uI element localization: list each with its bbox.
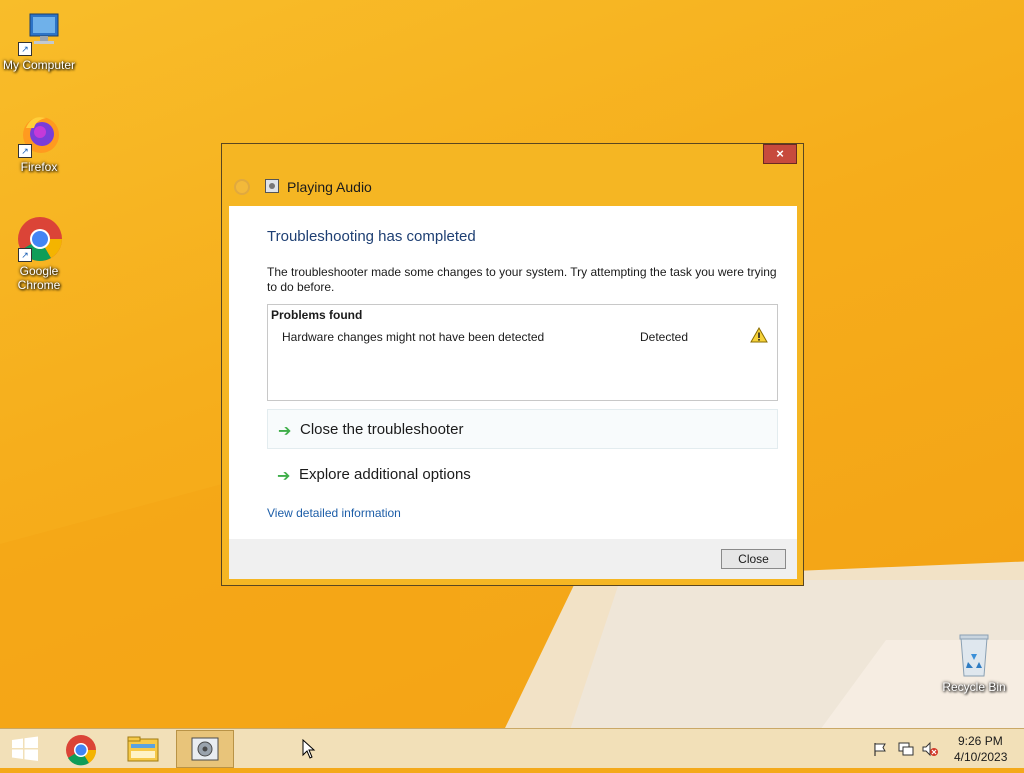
desktop-icon-label: Firefox xyxy=(20,160,58,174)
problem-status: Detected xyxy=(640,330,689,344)
window-title: Playing Audio xyxy=(287,179,372,195)
shortcut-arrow-icon: ↗ xyxy=(18,42,32,56)
problems-found-title: Problems found xyxy=(271,308,363,322)
taskbar-chrome[interactable] xyxy=(56,730,112,768)
file-explorer-icon xyxy=(127,736,159,762)
warning-icon xyxy=(750,326,768,343)
start-icon xyxy=(12,736,38,761)
action-label: Close the troubleshooter xyxy=(300,421,464,438)
volume-muted-icon[interactable] xyxy=(921,741,939,757)
chrome-icon xyxy=(66,735,97,766)
start-button[interactable] xyxy=(0,730,56,768)
desktop-icon-chrome[interactable]: ↗ Google Chrome xyxy=(0,216,79,292)
speaker-icon xyxy=(265,179,279,193)
action-center-flag-icon[interactable] xyxy=(872,741,888,757)
green-arrow-icon: ➔ xyxy=(277,468,291,485)
clock-date[interactable]: 4/10/2023 xyxy=(954,750,1007,764)
problems-found-panel: Problems found Hardware changes might no… xyxy=(267,304,778,401)
close-button[interactable]: Close xyxy=(721,549,786,569)
firefox-icon: ↗ xyxy=(16,112,62,158)
window-close-button[interactable]: × xyxy=(763,144,797,164)
computer-icon: ↗ xyxy=(16,10,62,56)
taskbar: 9:26 PM 4/10/2023 xyxy=(0,728,1024,768)
desktop-icon-my-computer[interactable]: ↗ My Computer xyxy=(0,10,79,72)
dialog-content: Troubleshooting has completed The troubl… xyxy=(229,206,797,539)
troubleshooter-window: × Playing Audio Troubleshooting has comp… xyxy=(221,143,804,586)
desktop-icon-label: Google Chrome xyxy=(17,264,61,292)
action-label: Explore additional options xyxy=(299,466,471,483)
shortcut-arrow-icon: ↗ xyxy=(18,248,32,262)
mouse-cursor-icon xyxy=(302,739,316,759)
desktop-icon-label: Recycle Bin xyxy=(942,680,1006,694)
desktop-icon-recycle-bin[interactable]: Recycle Bin xyxy=(934,632,1014,694)
taskbar-troubleshooter[interactable] xyxy=(176,730,234,768)
back-button[interactable] xyxy=(234,179,250,195)
troubleshooter-icon xyxy=(191,737,219,761)
description-text: The troubleshooter made some changes to … xyxy=(267,265,777,294)
green-arrow-icon: ➔ xyxy=(278,423,292,440)
dialog-footer: Close xyxy=(229,539,797,579)
recycle-bin-icon xyxy=(951,632,997,678)
explore-options-link[interactable]: ➔ Explore additional options xyxy=(267,455,778,495)
problem-name: Hardware changes might not have been det… xyxy=(282,330,545,344)
close-troubleshooter-link[interactable]: ➔ Close the troubleshooter xyxy=(267,409,778,449)
chrome-icon: ↗ xyxy=(16,216,62,262)
taskbar-file-explorer[interactable] xyxy=(116,730,172,768)
view-detailed-information-link[interactable]: View detailed information xyxy=(267,506,401,520)
shortcut-arrow-icon: ↗ xyxy=(18,144,32,158)
page-title: Troubleshooting has completed xyxy=(267,228,476,245)
clock-time[interactable]: 9:26 PM xyxy=(958,734,1003,748)
desktop-icon-firefox[interactable]: ↗ Firefox xyxy=(0,112,79,174)
desktop-icon-label: My Computer xyxy=(2,58,76,72)
network-icon[interactable] xyxy=(897,741,915,757)
